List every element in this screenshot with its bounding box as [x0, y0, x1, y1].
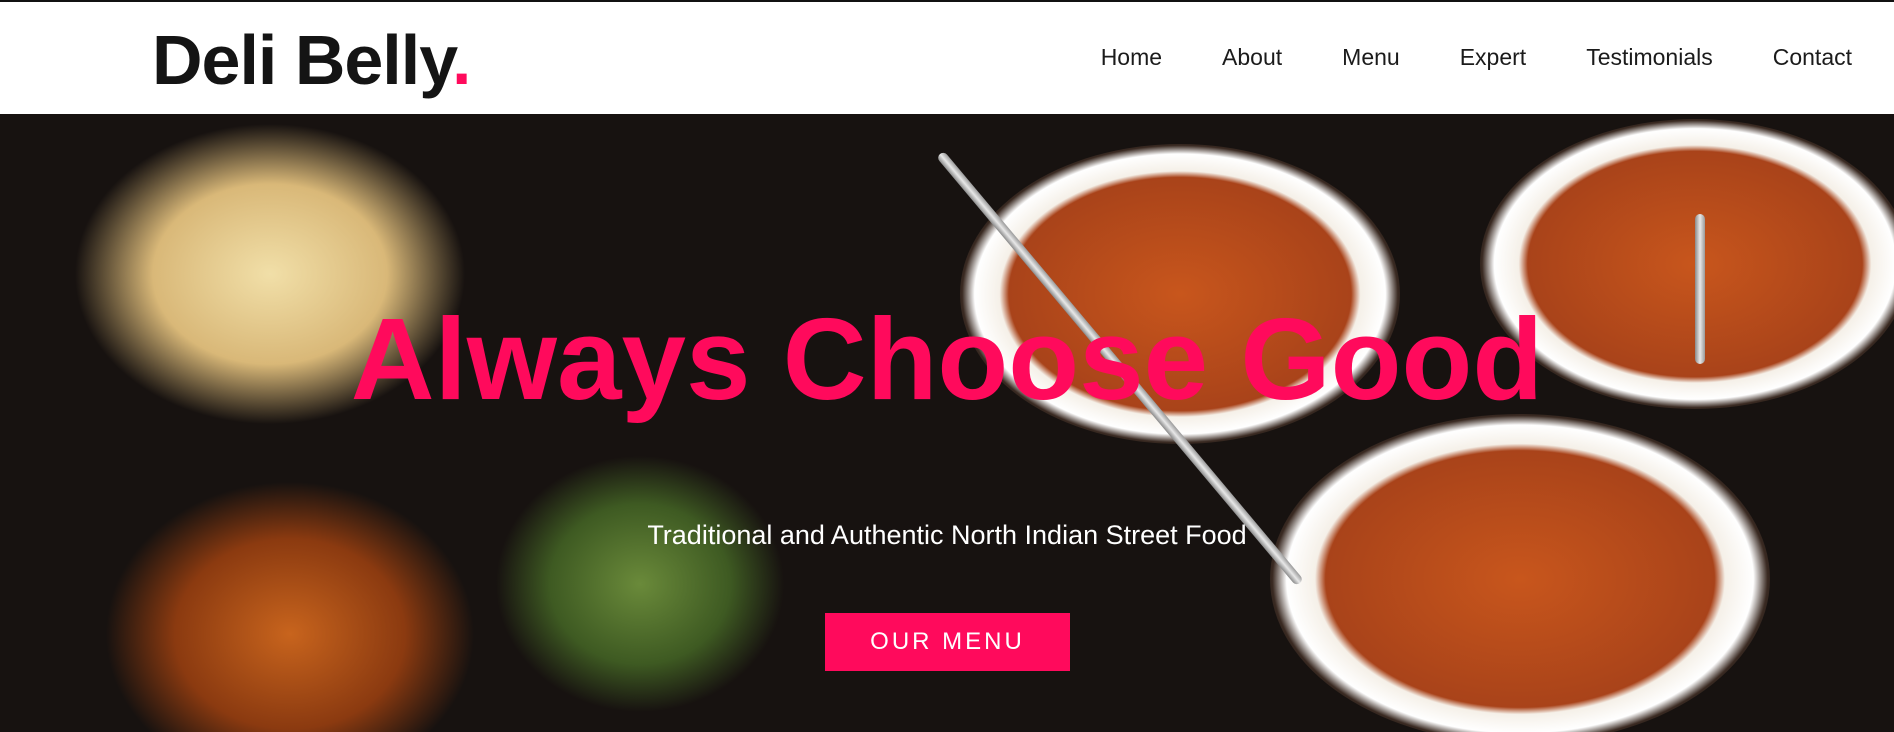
nav-item-contact[interactable]: Contact: [1773, 42, 1852, 72]
hero-section: Always Choose Good Traditional and Authe…: [0, 114, 1894, 732]
nav-item-about[interactable]: About: [1222, 42, 1282, 72]
nav-item-expert[interactable]: Expert: [1460, 42, 1526, 72]
curry-bowl-3: [1270, 414, 1770, 732]
hero-subtitle: Traditional and Authentic North Indian S…: [647, 520, 1247, 550]
main-nav: Home About Menu Expert Testimonials Cont…: [1041, 42, 1852, 72]
brand-name: Deli Belly: [152, 21, 453, 99]
our-menu-button[interactable]: OUR MENU: [825, 613, 1070, 671]
brand-dot: .: [451, 21, 471, 99]
hero-title: Always Choose Good: [350, 294, 1544, 424]
nav-item-menu[interactable]: Menu: [1342, 42, 1400, 72]
brand-logo[interactable]: Deli Belly.: [152, 20, 471, 100]
nav-item-home[interactable]: Home: [1101, 42, 1162, 72]
nav-item-testimonials[interactable]: Testimonials: [1586, 42, 1713, 72]
navbar: Deli Belly. Home About Menu Expert Testi…: [0, 2, 1894, 114]
